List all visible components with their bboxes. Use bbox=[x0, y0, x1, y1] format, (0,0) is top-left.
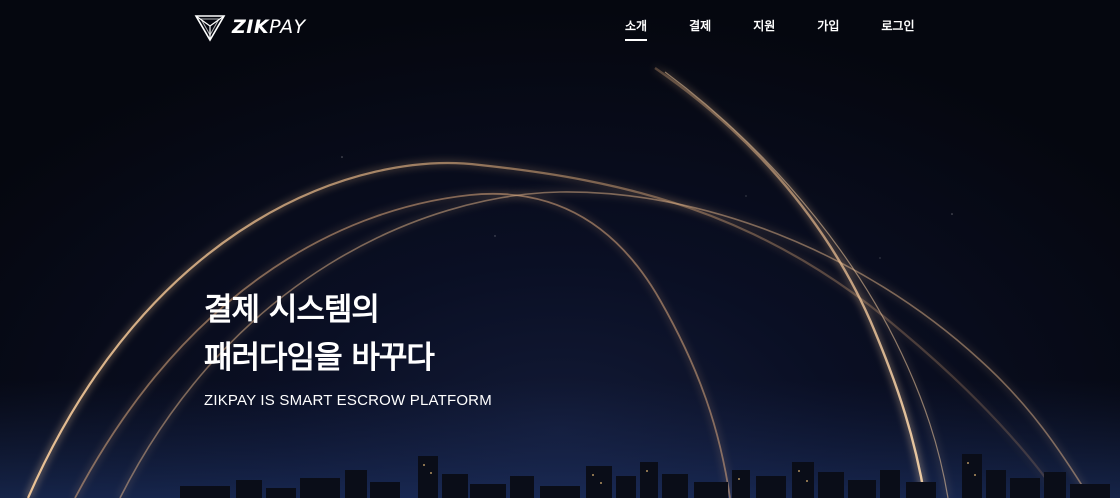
hero-headline: 결제 시스템의 패러다임을 바꾸다 bbox=[204, 286, 435, 382]
nav-item-support[interactable]: 지원 bbox=[753, 18, 775, 40]
hero-section: ZIK PAY 소개 결제 지원 가입 로그인 결제 시스템의 패러다임을 바꾸다… bbox=[0, 0, 1120, 498]
brand-name: ZIK PAY bbox=[232, 16, 306, 38]
hero-background-image bbox=[0, 67, 1120, 498]
brand-name-bold: ZIK bbox=[232, 16, 270, 38]
nav-item-payment[interactable]: 결제 bbox=[689, 18, 711, 40]
brand-name-light: PAY bbox=[269, 16, 306, 38]
hero-subtitle: ZIKPAY IS SMART ESCROW PLATFORM bbox=[204, 392, 492, 409]
hero-headline-line2: 패러다임을 바꾸다 bbox=[204, 340, 435, 376]
site-header: ZIK PAY 소개 결제 지원 가입 로그인 bbox=[0, 0, 1120, 56]
nav-item-intro[interactable]: 소개 bbox=[625, 18, 648, 41]
logo-link[interactable]: ZIK PAY bbox=[194, 12, 306, 42]
hero-headline-line1: 결제 시스템의 bbox=[204, 292, 380, 328]
main-nav: 소개 결제 지원 가입 로그인 bbox=[625, 18, 915, 41]
triangle-logo-icon bbox=[194, 15, 226, 42]
nav-item-signup[interactable]: 가입 bbox=[817, 18, 839, 40]
nav-item-login[interactable]: 로그인 bbox=[881, 18, 914, 40]
